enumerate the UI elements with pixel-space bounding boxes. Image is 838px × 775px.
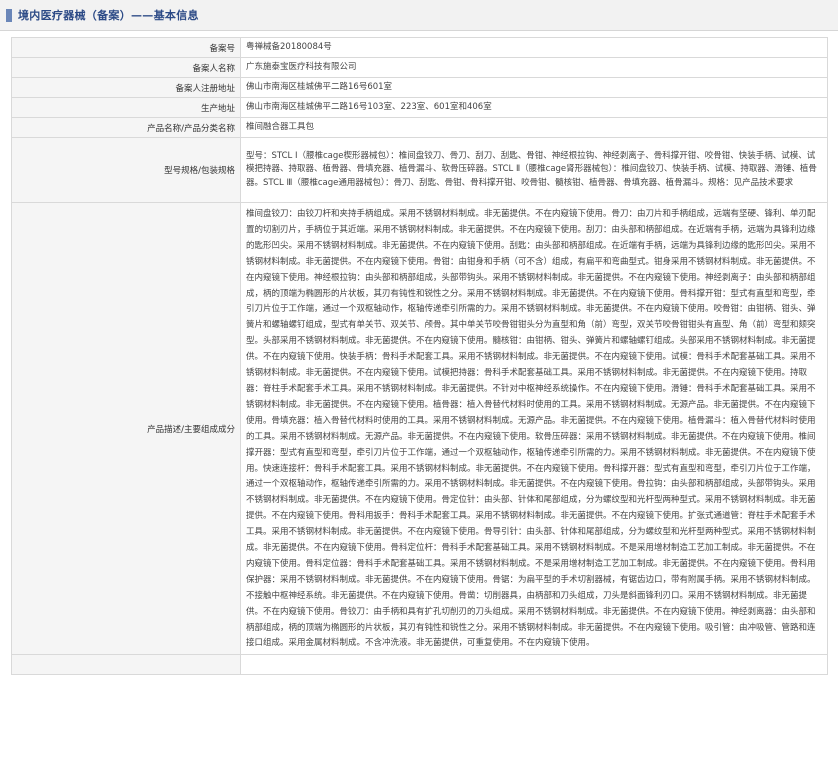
row-label-product-description: 产品描述/主要组成成分 [11,201,241,656]
table-row: 备案人名称 广东施泰宝医疗科技有限公司 [11,57,828,78]
section-title: 境内医疗器械（备案）——基本信息 [18,9,199,22]
section-header: 境内医疗器械（备案）——基本信息 [0,0,838,31]
table-row: 产品描述/主要组成成分 椎间盘铰刀：由铰刀杆和夹持手柄组成。采用不锈钢材料制成。… [11,201,828,656]
row-label-registrant-name: 备案人名称 [11,57,241,78]
row-value-product-description: 椎间盘铰刀：由铰刀杆和夹持手柄组成。采用不锈钢材料制成。非无菌提供。不在内窥镜下… [240,201,828,656]
table-row: 备案号 粤禅械备20180084号 [11,37,828,58]
info-table: 备案号 粤禅械备20180084号 备案人名称 广东施泰宝医疗科技有限公司 备案… [11,37,828,676]
table-row: 生产地址 佛山市南海区桂城佛平二路16号103室、223室、601室和406室 [11,97,828,118]
row-label-product-name: 产品名称/产品分类名称 [11,117,241,138]
row-value-production-address: 佛山市南海区桂城佛平二路16号103室、223室、601室和406室 [240,97,828,118]
row-label-production-address: 生产地址 [11,97,241,118]
row-value-registrant-name: 广东施泰宝医疗科技有限公司 [240,57,828,78]
row-value-record-number: 粤禅械备20180084号 [240,37,828,58]
row-label-record-number: 备案号 [11,37,241,58]
row-value-registrant-address: 佛山市南海区桂城佛平二路16号601室 [240,77,828,98]
table-row: 产品名称/产品分类名称 椎间融合器工具包 [11,117,828,138]
table-row: 型号规格/包装规格 型号：STCL Ⅰ（腰椎cage楔形器械包）：椎间盘铰刀、骨… [11,137,828,203]
section-marker-icon [6,8,12,22]
row-label-model-spec: 型号规格/包装规格 [11,137,241,203]
row-value-product-name: 椎间融合器工具包 [240,117,828,138]
table-row [11,654,828,676]
row-value-model-spec: 型号：STCL Ⅰ（腰椎cage楔形器械包）：椎间盘铰刀、骨刀、刮刀、刮匙、骨钳… [240,137,828,203]
info-table-wrapper: 备案号 粤禅械备20180084号 备案人名称 广东施泰宝医疗科技有限公司 备案… [0,31,838,676]
row-label-registrant-address: 备案人注册地址 [11,77,241,98]
row-value-next [240,654,828,676]
row-label-next [11,654,241,676]
table-row: 备案人注册地址 佛山市南海区桂城佛平二路16号601室 [11,77,828,98]
